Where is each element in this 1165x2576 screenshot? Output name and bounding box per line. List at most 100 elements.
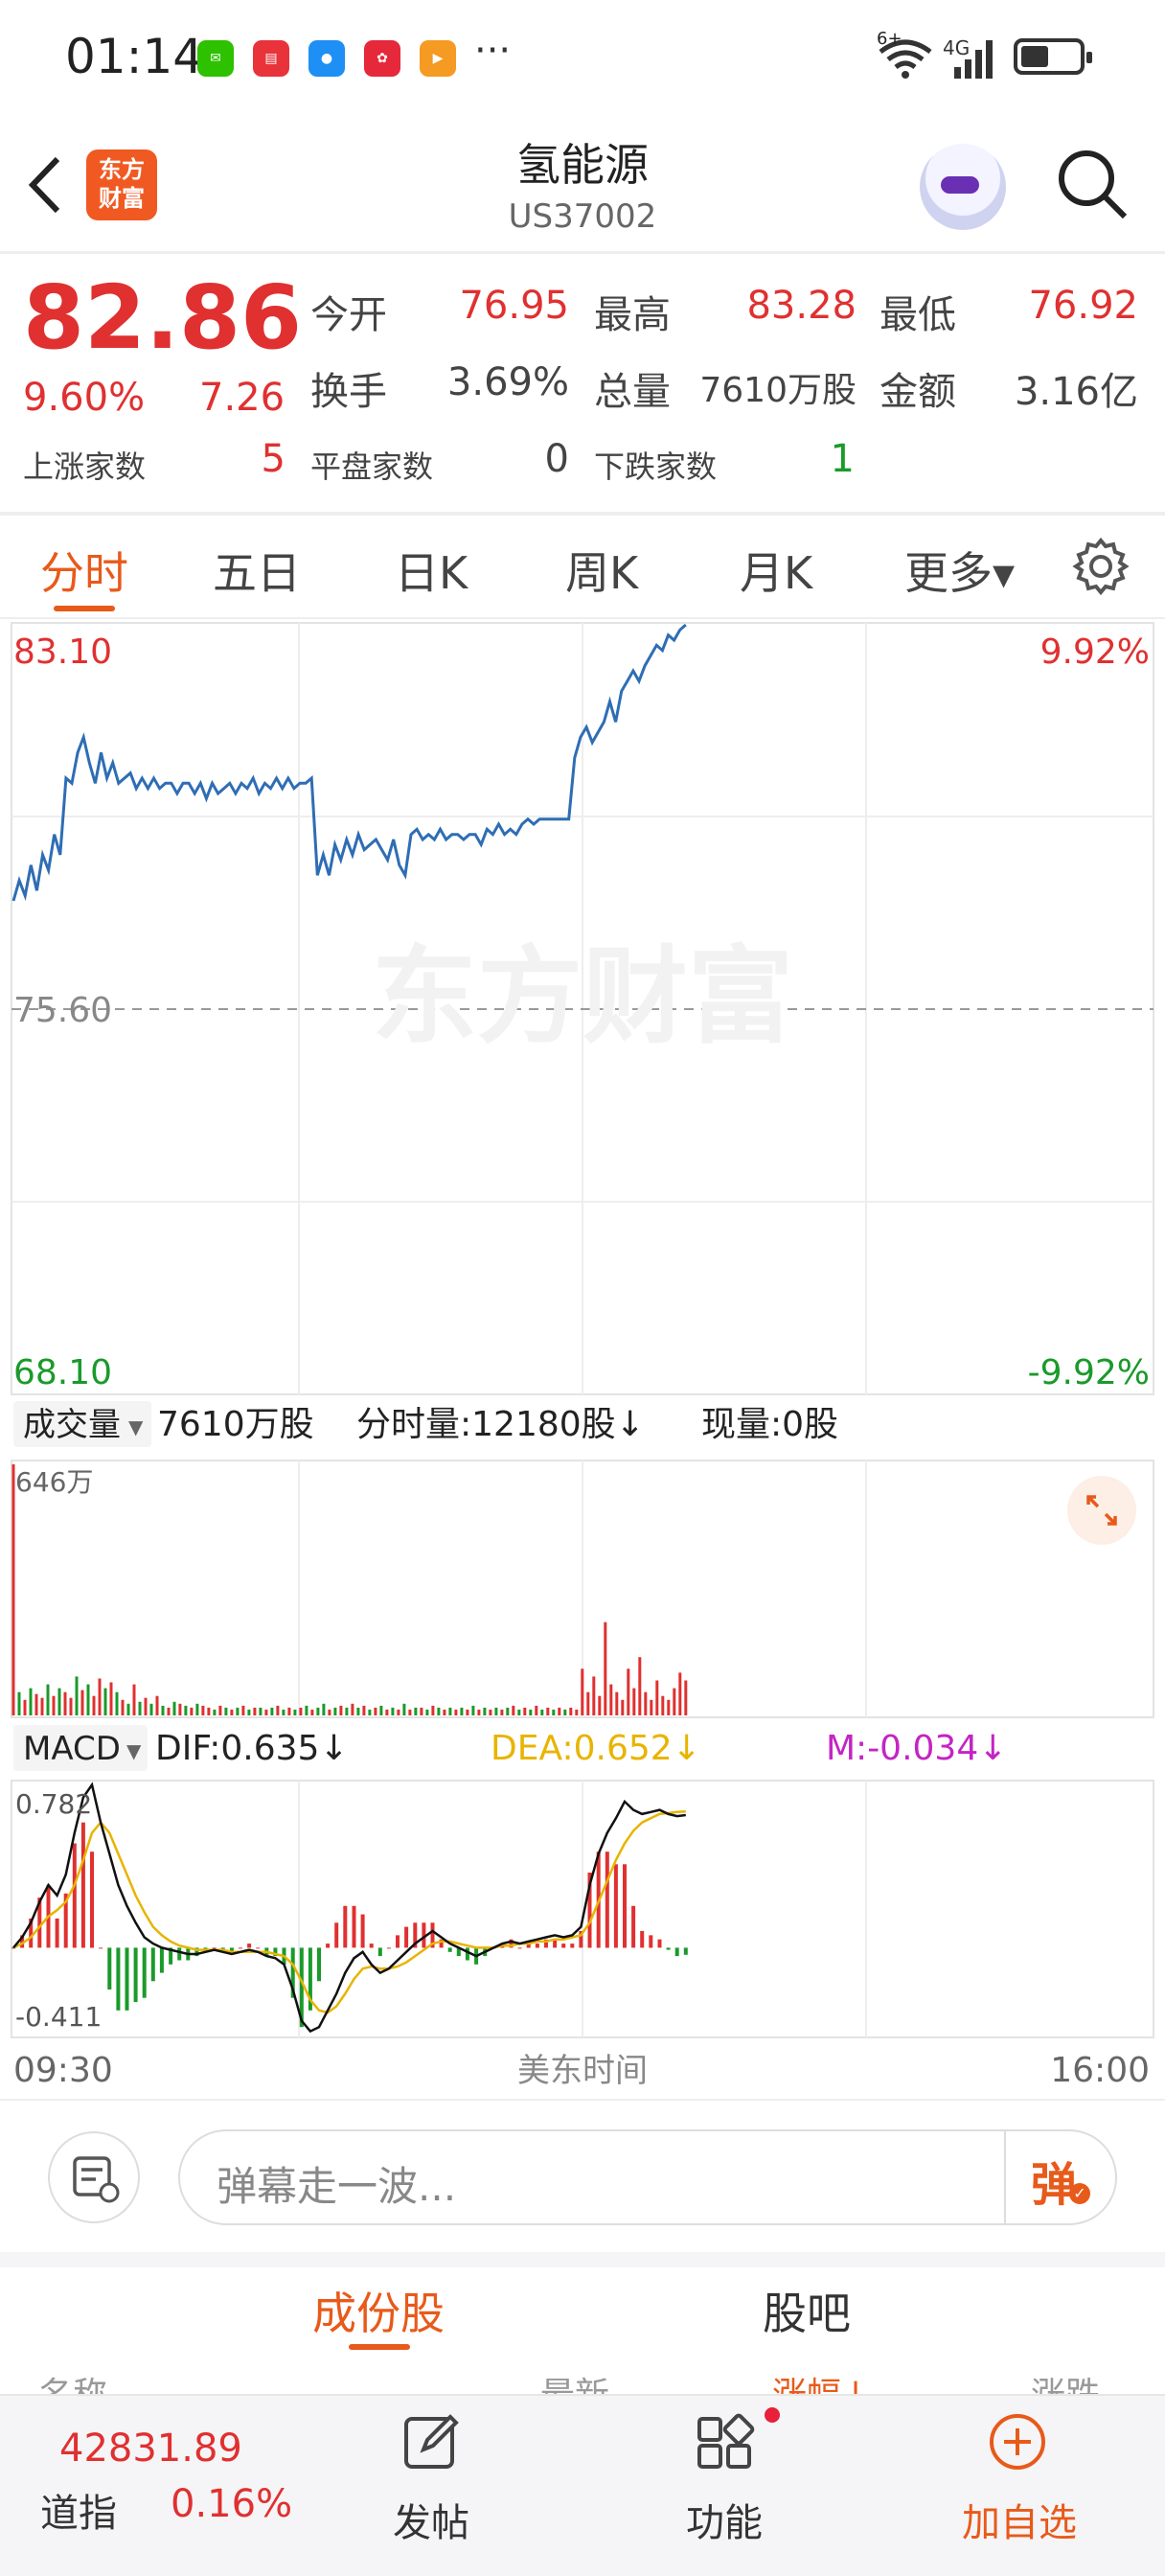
volume-bars bbox=[11, 1464, 688, 1715]
macd-bar bbox=[133, 1947, 138, 2003]
danmu-list-icon[interactable] bbox=[48, 2131, 140, 2223]
status-bar: 01:14 ✉ ▤ ● ✿ ▶ ··· 6+ 4G bbox=[0, 0, 1165, 115]
tab-monthly-k[interactable]: 月K bbox=[740, 539, 812, 602]
clock: 01:14 bbox=[65, 29, 204, 84]
macd-bar bbox=[360, 1914, 365, 1948]
section-gap bbox=[0, 2252, 1165, 2267]
tab-5day[interactable]: 五日 bbox=[213, 539, 301, 602]
gear-icon[interactable] bbox=[1071, 537, 1131, 596]
volume-bar bbox=[80, 1690, 84, 1715]
index-value[interactable]: 42831.89 bbox=[59, 2426, 242, 2471]
macd-bar bbox=[535, 1944, 539, 1948]
back-button[interactable] bbox=[23, 153, 67, 214]
tab-daily-k[interactable]: 日K bbox=[395, 539, 468, 602]
macd-bar bbox=[352, 1905, 356, 1948]
index-name[interactable]: 道指 bbox=[40, 2482, 117, 2538]
macd-bar bbox=[125, 1947, 129, 2011]
volume-bar bbox=[259, 1707, 263, 1715]
volume-bar bbox=[563, 1709, 567, 1715]
volume-bar bbox=[184, 1705, 188, 1715]
volume-bar bbox=[356, 1707, 360, 1715]
volume-bar bbox=[253, 1707, 257, 1715]
volume-bar bbox=[454, 1709, 458, 1715]
volume-bar bbox=[494, 1707, 498, 1715]
danmu-send-button[interactable]: 弹 ✓ bbox=[1004, 2129, 1117, 2225]
volume-bar bbox=[276, 1705, 280, 1715]
macd-selector-caret-icon: ▼ bbox=[126, 1739, 142, 1762]
volume-bar bbox=[34, 1693, 38, 1715]
volume-bar bbox=[213, 1709, 217, 1715]
volume-bar bbox=[195, 1703, 199, 1715]
volume-bar bbox=[627, 1668, 630, 1715]
macd-m: M:-0.034↓ bbox=[826, 1729, 1007, 1768]
bottom-pct-label: -9.92% bbox=[1028, 1353, 1150, 1392]
volume-bar bbox=[402, 1703, 406, 1715]
macd-bar bbox=[623, 1864, 627, 1948]
macd-bar bbox=[517, 1947, 522, 1949]
volume-bar bbox=[115, 1691, 119, 1715]
top-price-label: 83.10 bbox=[13, 632, 112, 672]
search-icon[interactable] bbox=[1054, 146, 1131, 222]
volume-bar bbox=[11, 1464, 15, 1715]
logo-line1: 东方 bbox=[99, 156, 145, 183]
macd-bar bbox=[683, 1947, 688, 1955]
add-watchlist-icon[interactable] bbox=[987, 2411, 1048, 2476]
features-icon[interactable] bbox=[694, 2411, 755, 2476]
post-icon[interactable] bbox=[400, 2411, 462, 2476]
volume-bar bbox=[420, 1707, 423, 1715]
volume-bar bbox=[23, 1699, 27, 1715]
post-label[interactable]: 发帖 bbox=[393, 2492, 469, 2547]
volume-total: 7610万股 bbox=[157, 1405, 314, 1444]
tab-constituents[interactable]: 成份股 bbox=[312, 2279, 445, 2342]
volume-bar bbox=[586, 1691, 590, 1715]
volume-bar bbox=[448, 1707, 452, 1715]
macd-bar bbox=[256, 1947, 261, 1949]
macd-bar bbox=[150, 1947, 155, 1982]
change-percent: 9.60% bbox=[23, 376, 146, 420]
volume-bar bbox=[57, 1688, 61, 1715]
volume-bar bbox=[604, 1622, 607, 1715]
volume-bar bbox=[644, 1691, 648, 1715]
add-watchlist-label[interactable]: 加自选 bbox=[962, 2492, 1077, 2547]
stat-label-high: 最高 bbox=[594, 293, 671, 337]
macd-bar bbox=[404, 1926, 409, 1948]
expand-icon[interactable] bbox=[1067, 1476, 1136, 1545]
volume-bar bbox=[500, 1709, 504, 1715]
current-price: 82.86 bbox=[23, 266, 303, 369]
tab-intraday[interactable]: 分时 bbox=[40, 539, 128, 602]
volume-bar bbox=[512, 1705, 515, 1715]
macd-bar bbox=[334, 1922, 339, 1948]
top-pct-label: 9.92% bbox=[1040, 632, 1150, 672]
volume-max-label: 646万 bbox=[15, 1466, 93, 1498]
stat-label-volume: 总量 bbox=[594, 370, 671, 414]
stat-value-low: 76.92 bbox=[1028, 284, 1138, 328]
minute-volume: 分时量:12180股↓ bbox=[356, 1405, 645, 1444]
macd-histogram bbox=[11, 1822, 688, 2028]
intraday-chart[interactable]: 东方财富 83.10 9.92% 75.60 68.10 -9.92% 成交量 … bbox=[0, 621, 1165, 2116]
volume-bar bbox=[167, 1707, 171, 1715]
volume-bar bbox=[75, 1676, 79, 1715]
index-pct[interactable]: 0.16% bbox=[171, 2482, 292, 2526]
breadth-label-flat: 平盘家数 bbox=[310, 448, 434, 485]
volume-bar bbox=[161, 1705, 165, 1715]
volume-bar bbox=[431, 1705, 435, 1715]
tab-weekly-k[interactable]: 周K bbox=[565, 539, 638, 602]
volume-bar bbox=[270, 1707, 274, 1715]
volume-bar bbox=[408, 1709, 412, 1715]
volume-bar bbox=[523, 1707, 527, 1715]
features-label[interactable]: 功能 bbox=[686, 2492, 763, 2547]
stat-value-turnover: 3.69% bbox=[446, 360, 569, 404]
app-logo[interactable]: 东方 财富 bbox=[86, 150, 157, 220]
wechat-icon: ✉ bbox=[197, 40, 234, 77]
breadth-label-down: 下跌家数 bbox=[594, 448, 718, 485]
assistant-robot-icon[interactable] bbox=[920, 144, 1006, 230]
notes-icon: ▤ bbox=[253, 40, 289, 77]
volume-bar bbox=[328, 1709, 331, 1715]
volume-bar bbox=[69, 1697, 73, 1715]
tab-more[interactable]: 更多▾ bbox=[904, 539, 1015, 602]
page-title: 氢能源 bbox=[516, 139, 649, 191]
stat-label-amount: 金额 bbox=[879, 370, 956, 414]
macd-bar bbox=[613, 1864, 618, 1948]
tab-forum[interactable]: 股吧 bbox=[763, 2279, 851, 2342]
volume-bar bbox=[207, 1707, 211, 1715]
